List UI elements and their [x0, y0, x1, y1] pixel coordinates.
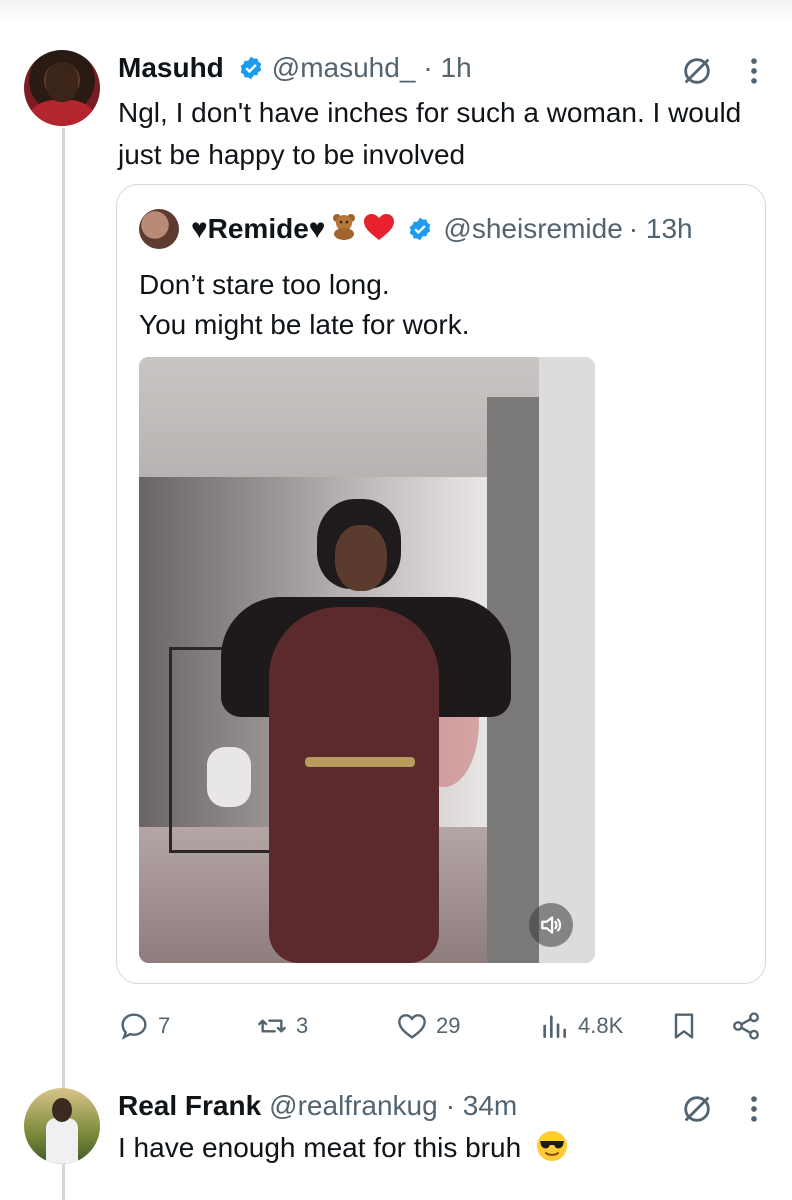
quoted-post-card[interactable]: ♥Remide♥ @sheisremide · 13h Don’t stare …: [116, 184, 766, 984]
avatar-masuhd[interactable]: [24, 50, 100, 126]
quote-post-time[interactable]: · 13h: [629, 213, 693, 245]
repost-icon: [258, 1019, 286, 1033]
avatar-shirt: [30, 100, 94, 126]
more-options-icon[interactable]: [744, 54, 764, 88]
media-person-belt: [305, 757, 415, 767]
quote-author-handle[interactable]: @sheisremide: [443, 213, 622, 245]
red-heart-emoji-icon: [363, 213, 395, 246]
heart-icon: [398, 1014, 426, 1039]
teddy-bear-emoji-icon: [331, 212, 357, 247]
views-button[interactable]: 4.8K: [538, 1010, 623, 1042]
quote-author-name[interactable]: ♥Remide♥: [191, 213, 325, 245]
quote-header: ♥Remide♥ @sheisremide · 13h: [139, 209, 693, 249]
share-icon: [733, 1012, 759, 1040]
quote-text: Don’t stare too long. You might be late …: [139, 265, 739, 345]
reply1-action-bar: 7 3 29 4.8K: [118, 1010, 768, 1044]
author-handle[interactable]: @masuhd_: [272, 52, 416, 84]
reply1-text: Ngl, I don't have inches for such a woma…: [118, 97, 742, 170]
grok-icon[interactable]: [680, 54, 714, 88]
author-name[interactable]: Real Frank: [118, 1090, 261, 1122]
avatar-head: [52, 1098, 72, 1122]
author-handle[interactable]: @realfrankug: [269, 1090, 438, 1122]
reply-button[interactable]: 7: [118, 1010, 170, 1042]
reply2-text: I have enough meat for this bruh: [118, 1132, 522, 1163]
view-count: 4.8K: [578, 1013, 624, 1038]
media-person-dress: [269, 607, 439, 963]
verified-badge-icon: [240, 56, 262, 80]
media-chair: [207, 747, 251, 807]
reply2-header: Real Frank @realfrankug · 34m: [118, 1090, 517, 1122]
repost-button[interactable]: 3: [256, 1010, 308, 1042]
share-button[interactable]: [730, 1010, 762, 1042]
avatar-remide[interactable]: [139, 209, 179, 249]
quote-text-line: You might be late for work.: [139, 309, 470, 340]
repost-count: 3: [296, 1013, 309, 1038]
post-time[interactable]: · 34m: [446, 1090, 518, 1122]
volume-icon: [541, 916, 562, 934]
reply1-header: Masuhd @masuhd_ · 1h: [118, 52, 472, 84]
reply2-text-container: I have enough meat for this bruh: [118, 1128, 718, 1168]
post-time[interactable]: · 1h: [423, 52, 471, 84]
thread-connector-line: [62, 128, 65, 1200]
avatar-body: [46, 1118, 78, 1164]
reply-count: 7: [158, 1013, 171, 1038]
verified-badge-icon: [410, 217, 431, 241]
quote-text-line: Don’t stare too long.: [139, 269, 390, 300]
top-fade: [0, 0, 792, 26]
media-wall: [539, 357, 595, 963]
views-chart-icon: [543, 1015, 566, 1038]
like-count: 29: [436, 1013, 461, 1038]
volume-button[interactable]: [529, 903, 573, 947]
media-person-face: [335, 525, 387, 591]
avatar-real-frank[interactable]: [24, 1088, 100, 1164]
more-options-icon[interactable]: [744, 1092, 764, 1126]
reply-icon: [121, 1013, 147, 1040]
avatar-face: [46, 62, 78, 102]
like-button[interactable]: 29: [396, 1010, 460, 1042]
bookmark-button[interactable]: [668, 1010, 700, 1042]
author-name[interactable]: Masuhd: [118, 52, 224, 84]
quote-video-media[interactable]: [139, 357, 595, 963]
sunglasses-emoji-icon: [536, 1131, 567, 1161]
bookmark-icon: [674, 1013, 694, 1039]
grok-icon[interactable]: [680, 1092, 714, 1126]
